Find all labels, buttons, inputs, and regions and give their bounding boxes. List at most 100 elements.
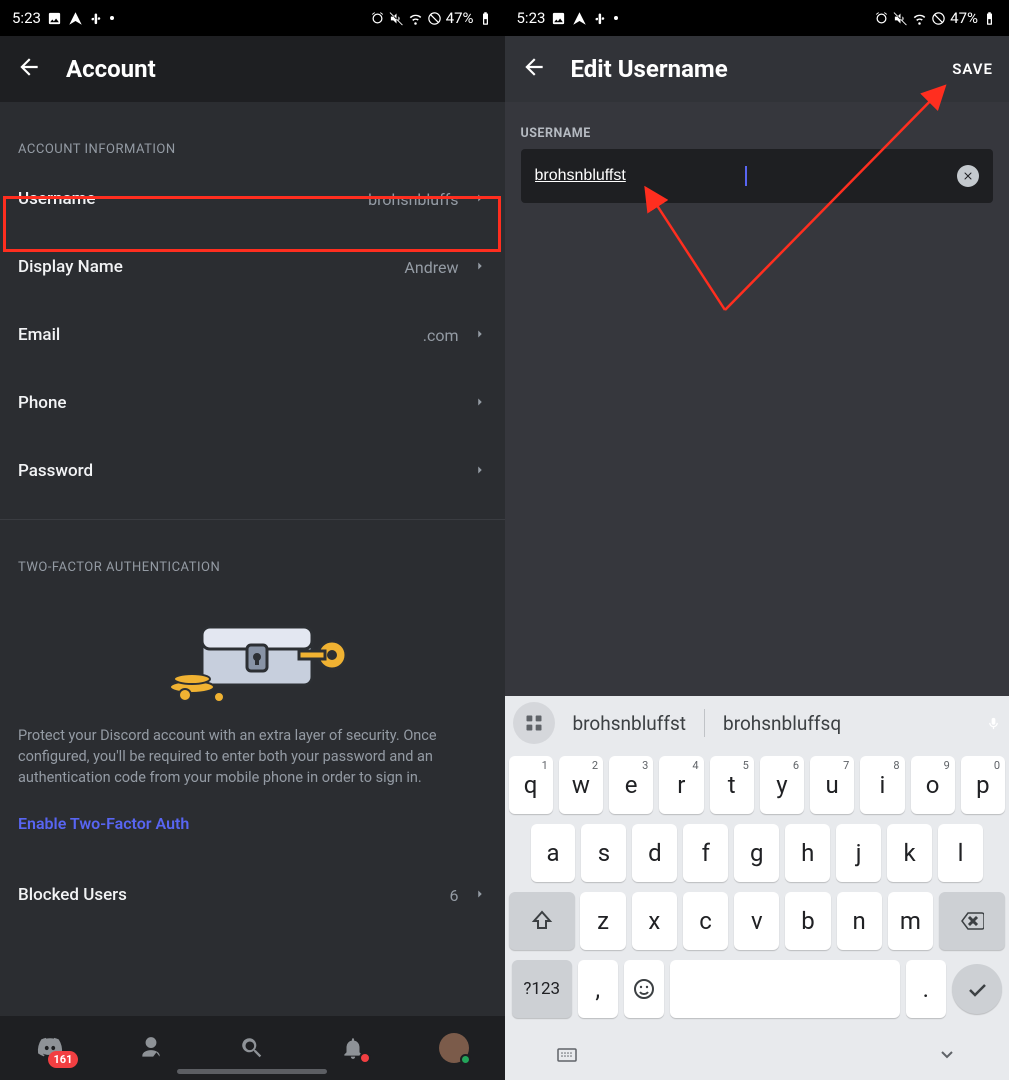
key-a[interactable]: a: [531, 824, 576, 882]
mic-icon[interactable]: [986, 716, 1001, 731]
key-t[interactable]: t5: [710, 756, 754, 814]
period-key[interactable]: .: [906, 960, 946, 1018]
page-title: Edit Username: [571, 55, 728, 83]
row-label: Phone: [18, 393, 67, 413]
key-r[interactable]: r4: [659, 756, 703, 814]
key-f[interactable]: f: [683, 824, 728, 882]
mute-icon: [893, 11, 908, 26]
suggestion-1[interactable]: brohsnbluffst: [559, 712, 701, 735]
account-header: Account: [0, 36, 505, 102]
suggestion-2[interactable]: brohsnbluffsq: [709, 712, 855, 735]
row-value: .com: [423, 326, 459, 345]
nav-badge: 161: [48, 1051, 79, 1068]
row-value: 6: [450, 886, 459, 905]
send-icon: [572, 11, 587, 26]
row-password[interactable]: Password: [18, 437, 487, 505]
keyboard-apps-icon[interactable]: [513, 702, 555, 744]
twofa-section: TWO-FACTOR AUTHENTICATION Protect your D…: [0, 520, 505, 861]
key-x[interactable]: x: [632, 892, 677, 950]
alarm-icon: [370, 11, 385, 26]
username-input[interactable]: [535, 167, 745, 185]
username-field-wrap: USERNAME: [505, 102, 1009, 203]
key-y[interactable]: y6: [760, 756, 804, 814]
row-email[interactable]: Email .com: [18, 301, 487, 369]
notification-dot: [359, 1052, 371, 1064]
key-j[interactable]: j: [836, 824, 881, 882]
nav-discord-icon[interactable]: 161: [30, 1028, 70, 1068]
row-display-name[interactable]: Display Name Andrew: [18, 233, 487, 301]
enter-key[interactable]: [952, 964, 1002, 1014]
enable-2fa-link[interactable]: Enable Two-Factor Auth: [18, 806, 487, 861]
key-n[interactable]: n: [837, 892, 882, 950]
suggestion-bar: brohsnbluffst brohsnbluffsq: [505, 696, 1009, 750]
row-blocked-users[interactable]: Blocked Users 6: [18, 861, 487, 929]
key-z[interactable]: z: [580, 892, 625, 950]
comma-key[interactable]: ,: [578, 960, 618, 1018]
image-icon: [551, 11, 566, 26]
back-arrow-icon[interactable]: [16, 54, 42, 84]
key-k[interactable]: k: [887, 824, 932, 882]
key-l[interactable]: l: [938, 824, 983, 882]
key-v[interactable]: v: [734, 892, 779, 950]
slack-icon: [89, 11, 104, 26]
nav-search-icon[interactable]: [232, 1028, 272, 1068]
key-s[interactable]: s: [581, 824, 626, 882]
battery-pct: 47%: [446, 9, 474, 27]
key-q[interactable]: q1: [509, 756, 553, 814]
more-indicator: [110, 16, 114, 20]
account-settings-screen: 5:23 47% Account ACCOUNT INFORMATION Use…: [0, 0, 505, 1080]
nav-friends-icon[interactable]: [131, 1028, 171, 1068]
battery-icon: [982, 11, 997, 26]
mute-icon: [389, 11, 404, 26]
twofa-illustration: [18, 605, 487, 705]
nav-notifications-icon[interactable]: [333, 1028, 373, 1068]
key-e[interactable]: e3: [609, 756, 653, 814]
username-field[interactable]: [521, 149, 994, 203]
wifi-icon: [408, 11, 423, 26]
row-value: brohsnbluffs: [368, 190, 458, 209]
keyboard: q1w2e3r4t5y6u7i8o9p0 asdfghjkl zxcvbnm ?…: [505, 750, 1009, 1032]
key-w[interactable]: w2: [559, 756, 603, 814]
chevron-right-icon: [473, 462, 487, 481]
key-g[interactable]: g: [734, 824, 779, 882]
key-i[interactable]: i8: [860, 756, 904, 814]
space-key[interactable]: [670, 960, 900, 1018]
key-b[interactable]: b: [785, 892, 830, 950]
twofa-description: Protect your Discord account with an ext…: [18, 725, 487, 806]
dnd-icon: [931, 11, 946, 26]
emoji-key[interactable]: [624, 960, 664, 1018]
account-info-section: ACCOUNT INFORMATION Username brohsnbluff…: [0, 102, 505, 505]
save-button[interactable]: SAVE: [952, 60, 993, 78]
clock: 5:23: [12, 9, 41, 27]
nav-avatar[interactable]: [434, 1028, 474, 1068]
keyboard-switch-icon[interactable]: [555, 1042, 579, 1070]
key-d[interactable]: d: [632, 824, 677, 882]
section-header-info: ACCOUNT INFORMATION: [18, 142, 487, 157]
key-h[interactable]: h: [785, 824, 830, 882]
collapse-keyboard-icon[interactable]: [935, 1042, 959, 1070]
row-label: Email: [18, 325, 60, 345]
gesture-bar: [177, 1069, 327, 1074]
key-m[interactable]: m: [888, 892, 933, 950]
clear-icon[interactable]: [957, 165, 979, 187]
field-label: USERNAME: [521, 126, 994, 141]
row-label: Blocked Users: [18, 885, 127, 905]
shift-key[interactable]: [509, 892, 575, 950]
clock: 5:23: [517, 9, 546, 27]
row-phone[interactable]: Phone: [18, 369, 487, 437]
key-o[interactable]: o9: [911, 756, 955, 814]
key-c[interactable]: c: [683, 892, 728, 950]
row-label: Password: [18, 461, 93, 481]
status-bar: 5:23 47%: [505, 0, 1009, 36]
row-username[interactable]: Username brohsnbluffs: [18, 165, 487, 233]
slack-icon: [593, 11, 608, 26]
symbols-key[interactable]: ?123: [512, 960, 572, 1018]
key-p[interactable]: p0: [961, 756, 1005, 814]
status-online-dot: [460, 1054, 471, 1065]
alarm-icon: [874, 11, 889, 26]
back-arrow-icon[interactable]: [521, 54, 547, 84]
key-u[interactable]: u7: [810, 756, 854, 814]
backspace-key[interactable]: [939, 892, 1005, 950]
battery-pct: 47%: [950, 9, 978, 27]
row-value: Andrew: [404, 258, 458, 277]
